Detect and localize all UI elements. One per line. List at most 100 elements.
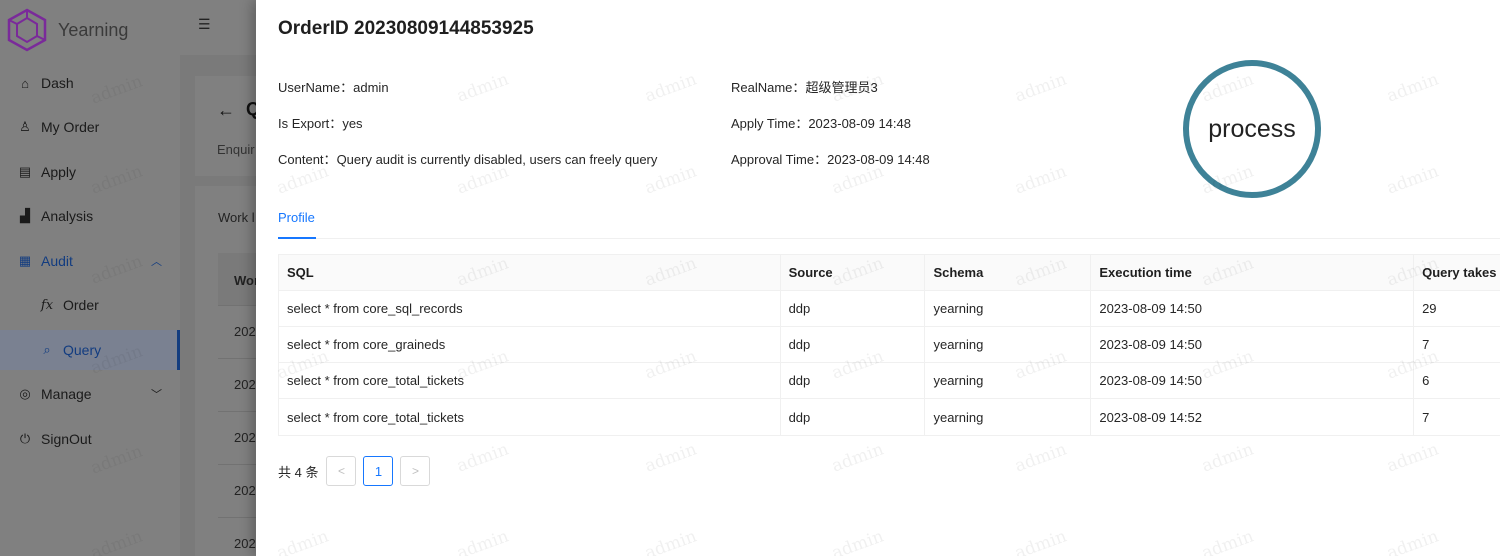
watermark: admin [1012,526,1070,556]
table-row: select * from core_total_tickets ddp yea… [279,399,1500,435]
background-table-cell: 202 [234,483,256,498]
sidebar-item-label: Analysis [41,208,94,224]
approval-time-field: Approval Time2023-08-09 14:48 [731,149,930,168]
column-header-schema: Schema [925,255,1092,290]
cell-execution-time: 2023-08-09 14:50 [1091,363,1415,398]
watermark: admin [642,439,700,477]
field-label: Is Export [278,116,342,131]
cell-schema: yearning [925,363,1092,398]
next-page-button[interactable]: > [400,456,431,486]
cell-execution-time: 2023-08-09 14:50 [1091,291,1415,326]
watermark: admin [1384,69,1442,107]
watermark: admin [1384,526,1442,556]
back-arrow-icon[interactable]: ← [217,100,235,121]
work-list-card [195,186,265,556]
cell-schema: yearning [925,327,1092,362]
field-label: Approval Time [731,152,827,167]
sidebar-item-label: My Order [41,119,100,135]
sidebar-item-analysis[interactable]: ▟ Analysis [0,196,180,236]
sidebar-item-label: Manage [41,386,92,402]
cell-query-takes: 7 [1422,337,1430,352]
watermark: admin [1199,439,1257,477]
watermark: admin [454,439,512,477]
realname-field: RealName超级管理员3 [731,77,878,96]
background-table-cell: 202 [234,430,256,445]
cell-query-takes: 29 [1422,301,1437,316]
cell-schema: yearning [925,291,1092,326]
background-table-cell: 202 [234,377,256,392]
cell-source: ddp [781,363,926,398]
cell-source: ddp [781,291,926,326]
watermark: admin [274,526,332,556]
page-subtitle: Enquir [217,142,255,157]
background-table-cell: 202 [234,324,256,339]
column-header-query-takes: Query takes [1422,265,1497,280]
audit-icon: ▦ [18,253,32,268]
app-name: Yearning [58,19,129,40]
sidebar-item-order[interactable]: fx Order [0,285,180,325]
watermark: admin [1012,439,1070,477]
sidebar-item-audit[interactable]: ▦ Audit ︿ [0,241,180,281]
tab-profile[interactable]: Profile [278,210,315,225]
sidebar-item-manage[interactable]: ◎ Manage ﹀ [0,374,180,414]
watermark: admin [454,526,512,556]
sidebar-item-label: Order [63,297,99,313]
chevron-down-icon: ﹀ [151,389,162,401]
watermark: admin [1012,69,1070,107]
cell-execution-time: 2023-08-09 14:50 [1091,327,1415,362]
desktop-icon: ▤ [18,164,32,179]
watermark: admin [1384,161,1442,199]
top-header [180,0,260,55]
column-header-execution-time: Execution time [1091,255,1415,290]
app-logo[interactable]: Yearning [6,8,128,52]
field-value: admin [353,80,389,95]
watermark: admin [642,69,700,107]
manage-icon: ◎ [19,386,31,401]
cell-sql: select * from core_total_tickets [279,363,781,398]
function-icon: fx [40,297,54,313]
table-row: select * from core_graineds ddp yearning… [279,327,1500,363]
column-header-sql: SQL [279,255,781,290]
chevron-up-icon: ︿ [151,256,162,268]
watermark: admin [829,439,887,477]
pagination-total: 共 4 条 [278,464,319,480]
signout-icon: ⏻ [19,431,31,446]
sidebar-item-dash[interactable]: ⌂ Dash [0,63,180,103]
menu-fold-icon[interactable]: ☰ [198,16,211,33]
sidebar-item-my-order[interactable]: ♙ My Order [0,107,180,147]
sidebar-item-label: SignOut [41,431,92,447]
background-table-cell: 202 [234,536,256,551]
cell-schema: yearning [925,399,1092,435]
prev-page-button[interactable]: < [326,456,357,486]
cell-source: ddp [781,399,926,435]
apply-time-field: Apply Time2023-08-09 14:48 [731,113,911,132]
table-header: SQL Source Schema Execution time Query t… [279,255,1500,291]
user-icon: ♙ [19,119,31,134]
cell-sql: select * from core_sql_records [279,291,781,326]
table-row: select * from core_total_tickets ddp yea… [279,363,1500,399]
cell-execution-time: 2023-08-09 14:52 [1091,399,1415,435]
watermark: admin [642,526,700,556]
pagination: 共 4 条 < 1 > [278,456,437,486]
home-icon: ⌂ [21,75,29,91]
column-header-source: Source [781,255,926,290]
sidebar-item-query[interactable]: ⌕ Query [0,330,180,370]
status-stamp: process [1183,60,1321,198]
page-1-button[interactable]: 1 [363,456,394,486]
tab-ink-bar [278,237,316,239]
drawer-title: OrderID 20230809144853925 [278,18,534,39]
chevron-right-icon: > [411,464,419,478]
field-value: 2023-08-09 14:48 [808,116,911,131]
page-header-card [195,76,265,176]
query-records-table: SQL Source Schema Execution time Query t… [278,254,1500,436]
table-row: select * from core_sql_records ddp yearn… [279,291,1500,327]
sidebar-item-signout[interactable]: ⏻ SignOut [0,419,180,459]
field-label: Content [278,152,337,167]
sidebar-item-apply[interactable]: ▤ Apply [0,152,180,192]
chevron-left-icon: < [337,464,345,478]
content-field: ContentQuery audit is currently disabled… [278,149,657,168]
watermark: admin [1384,439,1442,477]
field-value: yes [342,116,363,131]
is-export-field: Is Exportyes [278,113,363,132]
watermark: admin [829,526,887,556]
